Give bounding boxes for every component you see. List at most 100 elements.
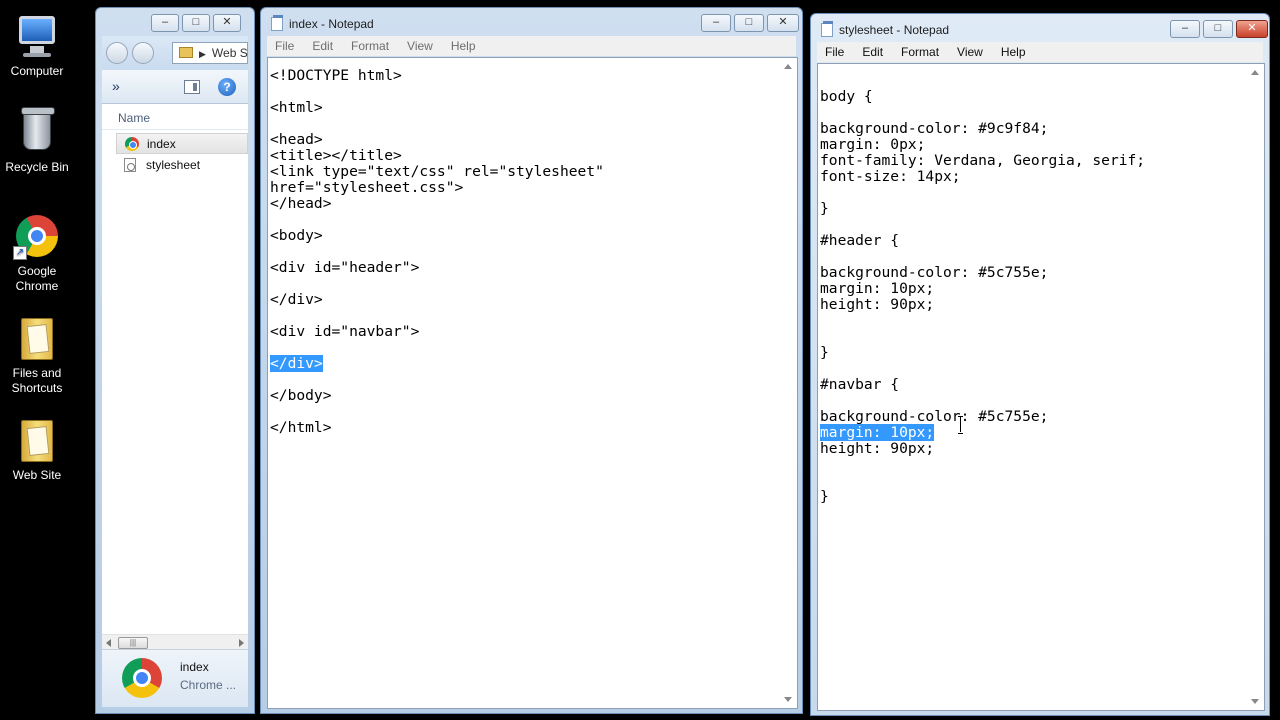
forward-button[interactable] <box>132 42 154 64</box>
minimize-button[interactable]: – <box>151 14 179 32</box>
code-line[interactable] <box>270 116 604 132</box>
code-line[interactable] <box>270 308 604 324</box>
code-line[interactable]: #navbar { <box>820 377 1145 393</box>
code-line[interactable] <box>270 276 604 292</box>
code-line[interactable] <box>270 372 604 388</box>
preview-pane-icon[interactable] <box>184 80 200 94</box>
maximize-button[interactable]: □ <box>1203 20 1233 38</box>
close-button[interactable]: ✕ <box>767 14 799 32</box>
index-notepad-window[interactable]: index - Notepad – □ ✕ File Edit Format V… <box>260 7 803 714</box>
code-line[interactable]: } <box>820 345 1145 361</box>
minimize-button[interactable]: – <box>1170 20 1200 38</box>
desktop-icon-google-chrome[interactable]: ↗ Google Chrome <box>0 212 74 294</box>
explorer-title-bar[interactable]: – □ ✕ <box>96 8 254 36</box>
menu-format[interactable]: Format <box>901 45 939 59</box>
scroll-down-icon[interactable] <box>1251 699 1259 704</box>
code-line[interactable]: } <box>820 489 1145 505</box>
code-line[interactable]: background-color: #9c9f84; <box>820 121 1145 137</box>
code-line[interactable]: body { <box>820 89 1145 105</box>
menu-view[interactable]: View <box>957 45 983 59</box>
scroll-right-icon[interactable] <box>239 639 244 647</box>
menu-format[interactable]: Format <box>351 39 389 53</box>
desktop-icon-web-site[interactable]: Web Site <box>0 416 74 483</box>
menu-file[interactable]: File <box>275 39 294 53</box>
code-line[interactable] <box>270 84 604 100</box>
code-line[interactable]: <head> <box>270 132 604 148</box>
code-line[interactable]: height: 90px; <box>820 297 1145 313</box>
code-line[interactable] <box>270 340 604 356</box>
back-button[interactable] <box>106 42 128 64</box>
address-bar[interactable]: ▶ Web S <box>172 42 248 64</box>
code-line[interactable]: } <box>820 201 1145 217</box>
stylesheet-notepad-window[interactable]: stylesheet - Notepad – □ ✕ File Edit For… <box>810 13 1270 716</box>
help-icon[interactable]: ? <box>218 78 236 96</box>
text-editor[interactable]: <!DOCTYPE html> <html> <head> <title></titl… <box>267 57 798 709</box>
code-line[interactable]: font-size: 14px; <box>820 169 1145 185</box>
menu-help[interactable]: Help <box>451 39 476 53</box>
code-line[interactable]: margin: 10px; <box>820 281 1145 297</box>
maximize-button[interactable]: □ <box>734 14 764 32</box>
desktop-icon-files-and-shortcuts[interactable]: Files and Shortcuts <box>0 314 74 396</box>
vertical-scrollbar[interactable] <box>1247 64 1264 710</box>
code-line[interactable]: <!DOCTYPE html> <box>270 68 604 84</box>
code-line[interactable] <box>270 212 604 228</box>
code-line[interactable] <box>820 473 1145 489</box>
code-line[interactable]: <html> <box>270 100 604 116</box>
selected-text[interactable]: margin: 10px; <box>820 424 935 441</box>
code-line[interactable] <box>820 457 1145 473</box>
code-line[interactable]: height: 90px; <box>820 441 1145 457</box>
code-line[interactable]: </div> <box>270 292 604 308</box>
vertical-scrollbar[interactable] <box>780 58 797 708</box>
code-line[interactable]: #header { <box>820 233 1145 249</box>
code-line[interactable]: <div id="navbar"> <box>270 324 604 340</box>
code-line[interactable] <box>820 313 1145 329</box>
name-column-header[interactable]: Name <box>102 104 248 130</box>
code-line[interactable]: </div> <box>270 355 604 372</box>
code-line[interactable] <box>820 73 1145 89</box>
menu-edit[interactable]: Edit <box>312 39 333 53</box>
menu-help[interactable]: Help <box>1001 45 1026 59</box>
desktop-icon-computer[interactable]: Computer <box>0 12 74 79</box>
code-line[interactable]: <link type="text/css" rel="stylesheet" <box>270 164 604 180</box>
code-line[interactable] <box>820 217 1145 233</box>
file-item-stylesheet[interactable]: stylesheet <box>116 155 248 176</box>
code-line[interactable]: <div id="header"> <box>270 260 604 276</box>
minimize-button[interactable]: – <box>701 14 731 32</box>
scroll-up-icon[interactable] <box>784 64 792 69</box>
code-line[interactable]: </head> <box>270 196 604 212</box>
code-line[interactable] <box>270 244 604 260</box>
close-button[interactable]: ✕ <box>213 14 241 32</box>
code-text[interactable]: <!DOCTYPE html> <html> <head> <title></titl… <box>270 68 604 436</box>
menu-edit[interactable]: Edit <box>862 45 883 59</box>
maximize-button[interactable]: □ <box>182 14 210 32</box>
code-line[interactable] <box>820 361 1145 377</box>
code-line[interactable] <box>820 329 1145 345</box>
code-line[interactable]: </body> <box>270 388 604 404</box>
scroll-left-icon[interactable] <box>106 639 111 647</box>
code-line[interactable]: background-color: #5c755e; <box>820 409 1145 425</box>
code-line[interactable]: margin: 10px; <box>820 424 1145 441</box>
stylesheet-notepad-title-bar[interactable]: stylesheet - Notepad – □ ✕ <box>811 14 1269 42</box>
index-notepad-title-bar[interactable]: index - Notepad – □ ✕ <box>261 8 802 36</box>
code-line[interactable]: href="stylesheet.css"> <box>270 180 604 196</box>
code-line[interactable]: background-color: #5c755e; <box>820 265 1145 281</box>
code-line[interactable]: margin: 0px; <box>820 137 1145 153</box>
code-line[interactable] <box>820 249 1145 265</box>
scroll-up-icon[interactable] <box>1251 70 1259 75</box>
code-line[interactable] <box>820 105 1145 121</box>
close-button[interactable]: ✕ <box>1236 20 1268 38</box>
code-text[interactable]: body {background-color: #9c9f84; margin: … <box>820 73 1145 505</box>
code-line[interactable] <box>820 185 1145 201</box>
code-line[interactable]: <title></title> <box>270 148 604 164</box>
menu-file[interactable]: File <box>825 45 844 59</box>
scroll-thumb[interactable]: ||| <box>118 637 148 649</box>
more-commands-icon[interactable]: » <box>112 78 120 94</box>
text-editor[interactable]: body {background-color: #9c9f84; margin: … <box>817 63 1265 711</box>
code-line[interactable] <box>820 393 1145 409</box>
file-item-index[interactable]: index <box>116 133 248 154</box>
desktop-icon-recycle-bin[interactable]: Recycle Bin <box>0 107 74 175</box>
code-line[interactable]: <body> <box>270 228 604 244</box>
menu-view[interactable]: View <box>407 39 433 53</box>
code-line[interactable]: font-family: Verdana, Georgia, serif; <box>820 153 1145 169</box>
selected-text[interactable]: </div> <box>270 355 323 372</box>
